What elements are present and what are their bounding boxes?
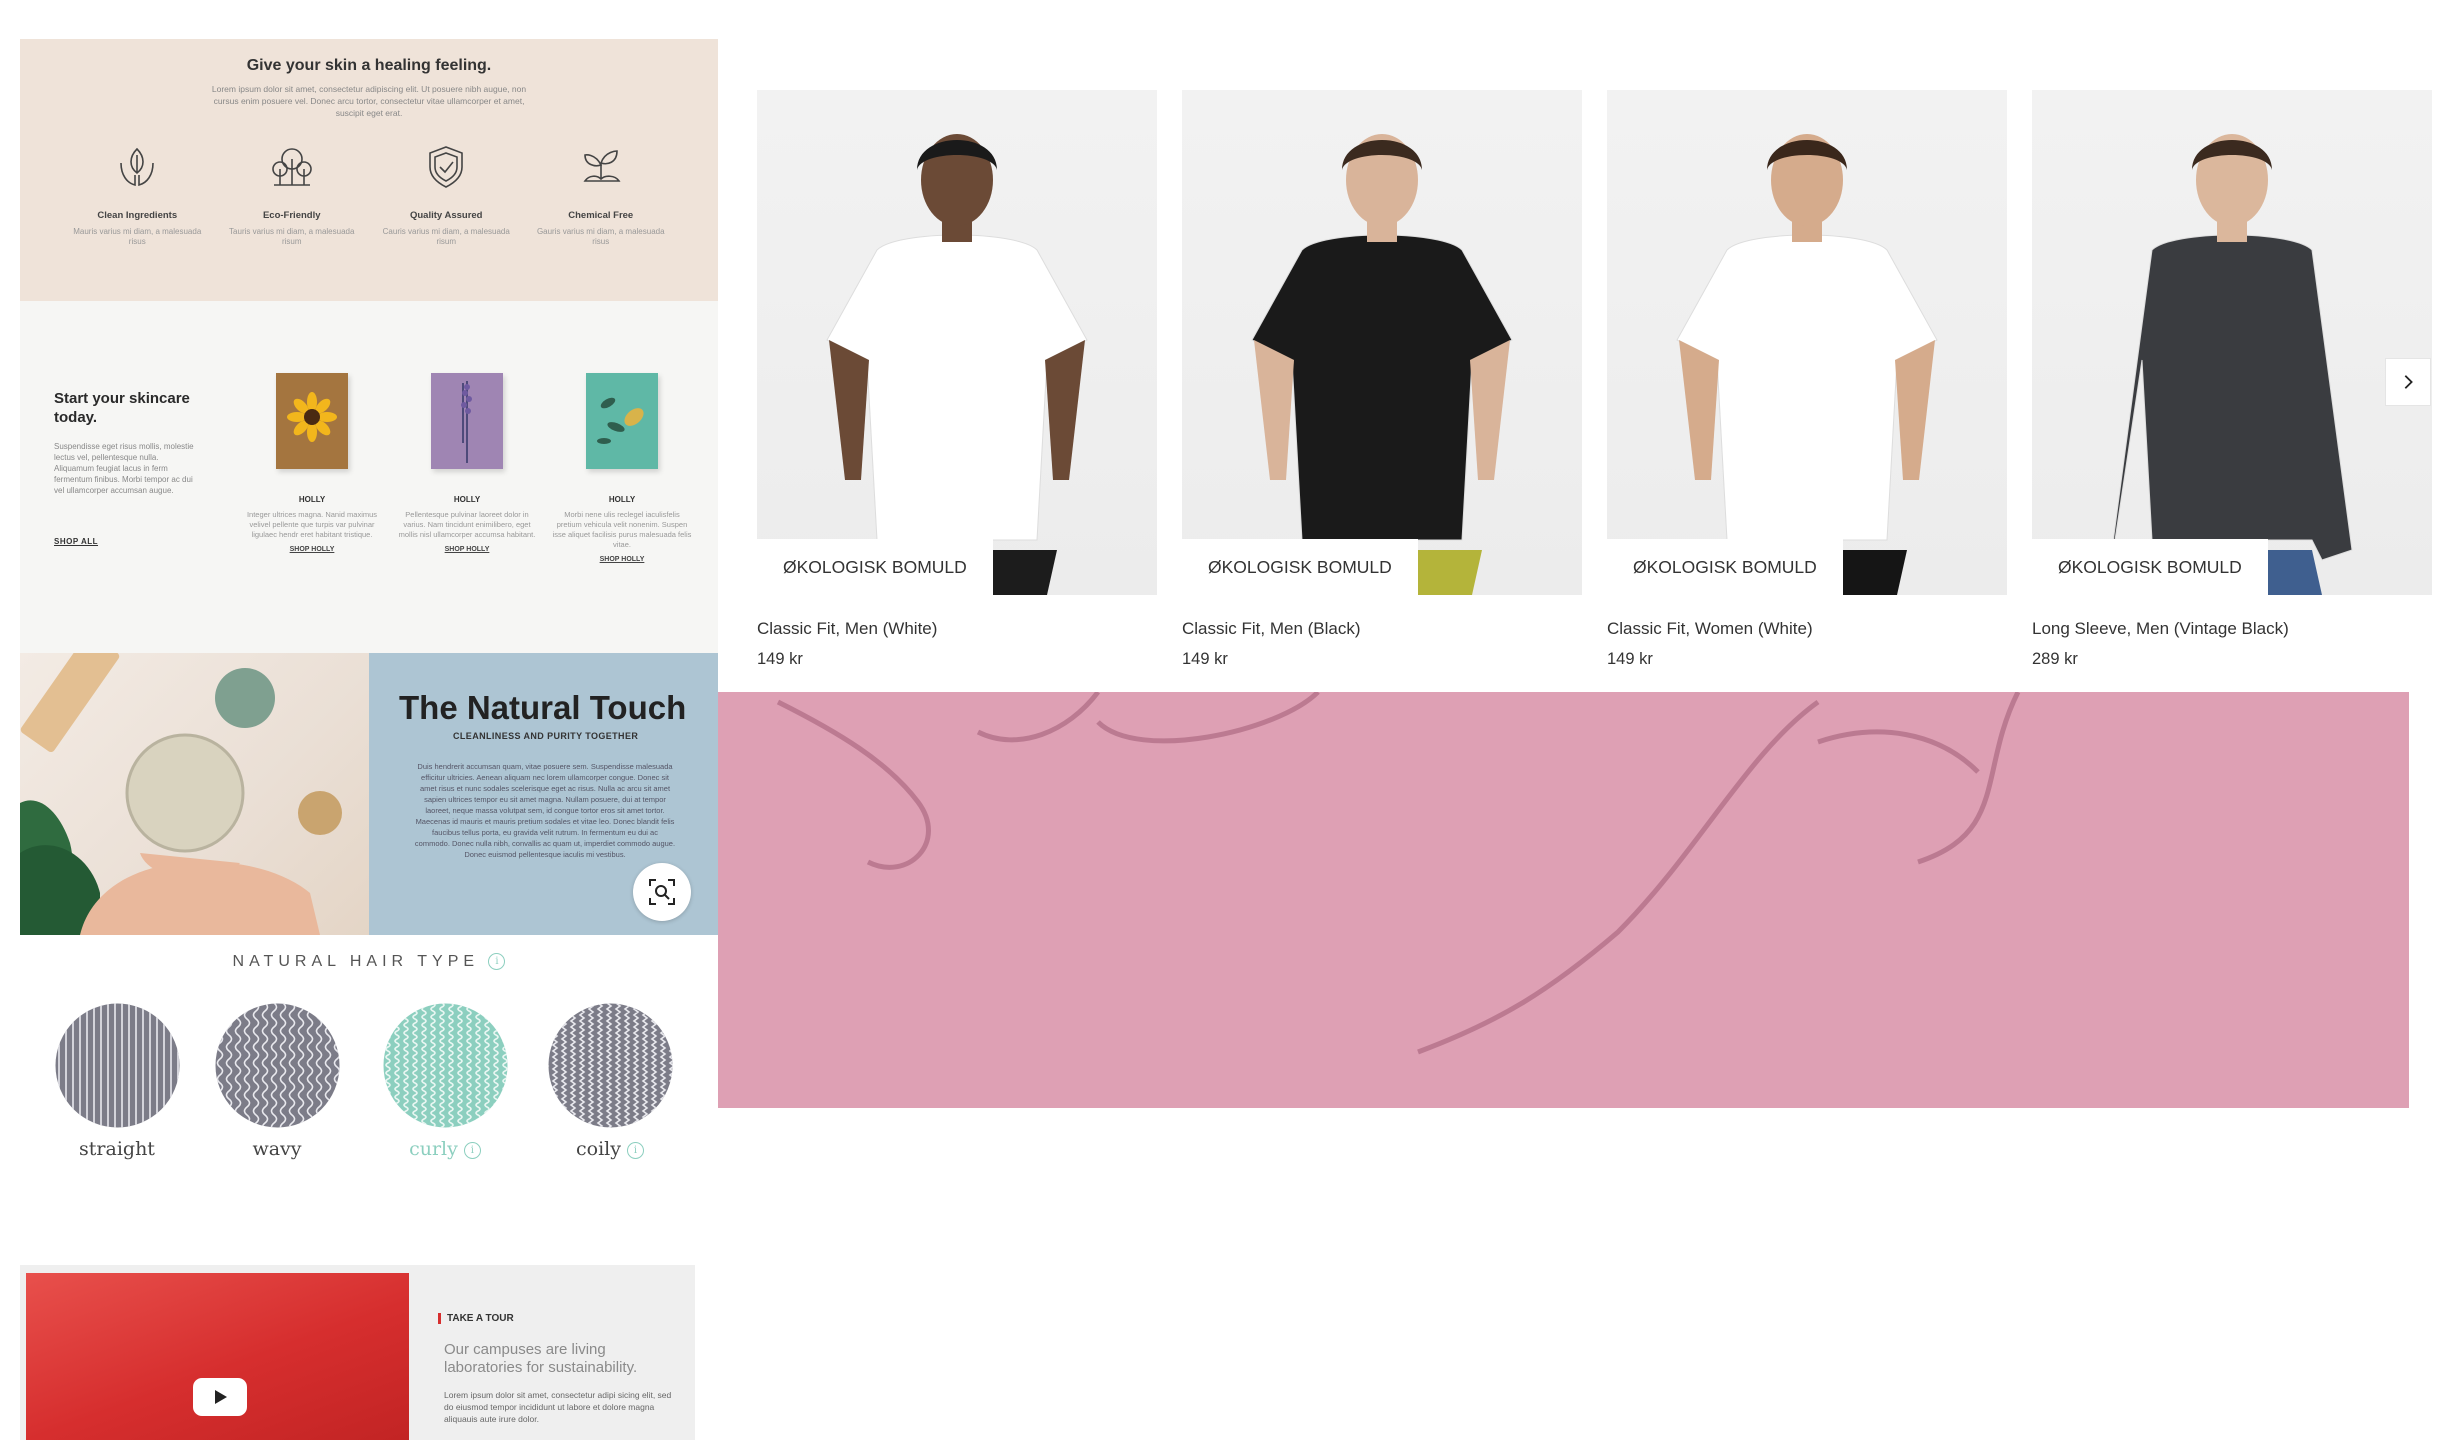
carousel-next-button[interactable] bbox=[2385, 358, 2431, 406]
fabric-texture-pattern bbox=[776, 692, 2021, 1055]
feature-desc: Tauris varius mi diam, a malesuada risum bbox=[229, 227, 355, 246]
shop-holly-link[interactable]: SHOP HOLLY bbox=[397, 546, 537, 553]
product-name[interactable]: Classic Fit, Men (White) bbox=[757, 619, 1157, 639]
product-price: 149 kr bbox=[1607, 650, 1653, 668]
product-card[interactable]: HOLLY Morbi nene ulis reclegel iaculisfe… bbox=[552, 373, 692, 563]
product-card[interactable]: ØKOLOGISK BOMULD Classic Fit, Men (White… bbox=[757, 90, 1157, 669]
product-card[interactable]: HOLLY Pellentesque pulvinar laoreet dolo… bbox=[397, 373, 537, 553]
hair-type-title: NATURAL HAIR TYPE bbox=[232, 953, 480, 970]
soap-sunflower-image bbox=[276, 373, 348, 469]
product-desc: Integer ultrices magna. Nanid maximus ve… bbox=[246, 510, 378, 539]
feature-title: Quality Assured bbox=[409, 210, 483, 221]
feature-title: Clean Ingredients bbox=[97, 210, 178, 221]
product-image[interactable]: ØKOLOGISK BOMULD bbox=[2032, 90, 2432, 595]
wavy-hair-pattern-icon bbox=[215, 1003, 339, 1128]
product-card[interactable]: ØKOLOGISK BOMULD Long Sleeve, Men (Vinta… bbox=[2032, 90, 2432, 669]
hair-type-curly[interactable]: curly i bbox=[375, 1003, 515, 1160]
product-desc: Morbi nene ulis reclegel iaculisfelis pr… bbox=[552, 510, 692, 549]
product-image[interactable]: ØKOLOGISK BOMULD bbox=[1607, 90, 2007, 595]
trees-icon bbox=[271, 148, 312, 186]
visual-search-icon bbox=[649, 879, 675, 905]
hair-type-label: straight bbox=[79, 1138, 155, 1160]
shop-holly-link[interactable]: SHOP HOLLY bbox=[552, 556, 692, 563]
organic-cotton-badge: ØKOLOGISK BOMULD bbox=[1182, 539, 1418, 595]
straight-hair-pattern-icon bbox=[55, 1003, 179, 1128]
skin-benefits-section: Give your skin a healing feeling. Lorem … bbox=[20, 39, 718, 301]
tour-heading: Our campuses are living laboratories for… bbox=[444, 1341, 638, 1376]
play-icon bbox=[215, 1390, 227, 1404]
skin-intro: Lorem ipsum dolor sit amet, consectetur … bbox=[211, 84, 527, 118]
start-skincare-section: Start your skincare today. Suspendisse e… bbox=[20, 301, 718, 653]
shield-check-icon bbox=[429, 146, 464, 188]
natural-body: Duis hendrerit accumsan quam, vitae posu… bbox=[414, 762, 676, 859]
natural-title: The Natural Touch bbox=[399, 689, 687, 726]
chevron-right-icon bbox=[2404, 375, 2413, 389]
hands-leaf-icon bbox=[120, 147, 155, 187]
product-name: HOLLY bbox=[453, 495, 481, 504]
soap-leaves-image bbox=[586, 373, 658, 469]
info-icon[interactable]: i bbox=[627, 1141, 644, 1159]
shop-holly-link[interactable]: SHOP HOLLY bbox=[242, 546, 382, 553]
product-image[interactable]: ØKOLOGISK BOMULD bbox=[1182, 90, 1582, 595]
hair-type-wavy[interactable]: wavy bbox=[207, 1003, 347, 1160]
product-desc: Pellentesque pulvinar laoreet dolor in v… bbox=[398, 510, 536, 539]
product-card[interactable]: HOLLY Integer ultrices magna. Nanid maxi… bbox=[242, 373, 382, 553]
hair-type-label: wavy bbox=[252, 1138, 302, 1160]
feature-title: Eco-Friendly bbox=[262, 210, 321, 221]
feature-quality-assured: Quality Assured Cauris varius mi diam, a… bbox=[381, 141, 511, 247]
feature-title: Chemical Free bbox=[568, 210, 634, 221]
feature-eco-friendly: Eco-Friendly Tauris varius mi diam, a ma… bbox=[227, 141, 357, 247]
pink-texture-banner bbox=[718, 692, 2409, 1108]
hair-type-label: coily bbox=[575, 1138, 621, 1160]
sprout-icon bbox=[583, 150, 621, 182]
visual-search-button[interactable] bbox=[633, 863, 691, 921]
info-icon[interactable]: i bbox=[463, 1141, 481, 1159]
product-image[interactable]: ØKOLOGISK BOMULD bbox=[757, 90, 1157, 595]
hair-type-coily[interactable]: coily i bbox=[540, 1003, 680, 1160]
product-card[interactable]: ØKOLOGISK BOMULD Classic Fit, Men (Black… bbox=[1182, 90, 1582, 669]
coily-hair-pattern-icon bbox=[548, 1003, 672, 1128]
product-name[interactable]: Classic Fit, Men (Black) bbox=[1182, 619, 1582, 639]
hair-type-label: curly bbox=[409, 1138, 458, 1160]
organic-cotton-badge: ØKOLOGISK BOMULD bbox=[1607, 539, 1843, 595]
soap-hand-photo bbox=[20, 653, 369, 935]
curly-hair-pattern-icon bbox=[383, 1003, 507, 1128]
soap-lavender-image bbox=[431, 373, 503, 469]
campus-tour-section: TAKE A TOUR Our campuses are living labo… bbox=[20, 1265, 695, 1440]
product-price: 149 kr bbox=[1182, 650, 1228, 668]
model-figure bbox=[1676, 134, 1938, 595]
hair-type-heading: NATURAL HAIR TYPE i bbox=[20, 953, 718, 971]
model-figure bbox=[2111, 134, 2353, 595]
tour-tag: TAKE A TOUR bbox=[438, 1313, 514, 1324]
product-name: HOLLY bbox=[298, 495, 326, 504]
organic-cotton-badge: ØKOLOGISK BOMULD bbox=[2032, 539, 2268, 595]
start-heading: Start your skincare today. bbox=[54, 390, 190, 426]
start-desc: Suspendisse eget risus mollis, molestie … bbox=[54, 442, 194, 495]
natural-touch-banner: The Natural Touch CLEANLINESS AND PURITY… bbox=[20, 653, 718, 935]
product-card[interactable]: ØKOLOGISK BOMULD Classic Fit, Women (Whi… bbox=[1607, 90, 2007, 669]
feature-desc: Gauris varius mi diam, a malesuada risus bbox=[536, 227, 665, 246]
model-figure bbox=[1251, 134, 1513, 595]
feature-chemical-free: Chemical Free Gauris varius mi diam, a m… bbox=[536, 141, 666, 247]
feature-clean-ingredients: Clean Ingredients Mauris varius mi diam,… bbox=[72, 141, 202, 247]
hair-type-straight[interactable]: straight bbox=[47, 1003, 187, 1160]
product-name[interactable]: Classic Fit, Women (White) bbox=[1607, 619, 2007, 639]
tour-body: Lorem ipsum dolor sit amet, consectetur … bbox=[444, 1390, 672, 1424]
tour-video-thumbnail[interactable] bbox=[26, 1273, 409, 1440]
play-button[interactable] bbox=[193, 1378, 247, 1416]
skin-title: Give your skin a healing feeling. bbox=[246, 57, 492, 74]
organic-cotton-badge: ØKOLOGISK BOMULD bbox=[757, 539, 993, 595]
natural-subtitle: CLEANLINESS AND PURITY TOGETHER bbox=[453, 731, 639, 741]
feature-desc: Cauris varius mi diam, a malesuada risum bbox=[382, 227, 510, 246]
product-name: HOLLY bbox=[608, 495, 636, 504]
product-price: 149 kr bbox=[757, 650, 803, 668]
product-name[interactable]: Long Sleeve, Men (Vintage Black) bbox=[2032, 619, 2432, 639]
model-figure bbox=[826, 134, 1088, 595]
product-price: 289 kr bbox=[2032, 650, 2078, 668]
shop-all-link[interactable]: SHOP ALL bbox=[54, 537, 98, 546]
feature-desc: Mauris varius mi diam, a malesuada risus bbox=[73, 227, 202, 246]
info-icon[interactable]: i bbox=[488, 953, 506, 971]
